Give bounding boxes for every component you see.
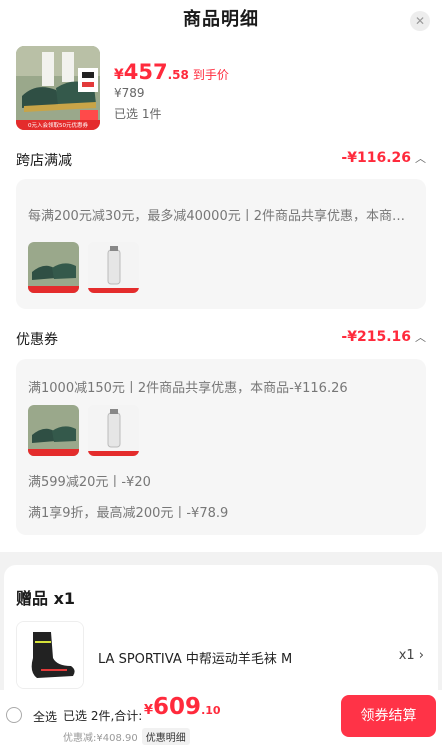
bottom-bar: 全选 已选 2件,合计: ¥609.10 优惠减:¥408.90 优惠明细 领券结…: [0, 690, 442, 747]
radio-unchecked-icon[interactable]: [6, 707, 22, 723]
coupon-rule-3: 满1享9折，最高减200元丨-¥78.9: [28, 506, 229, 521]
coupon-rule-2: 满599减20元丨-¥20: [28, 475, 151, 490]
gift-quantity[interactable]: x1 ›: [399, 648, 424, 663]
close-icon[interactable]: ✕: [410, 11, 430, 31]
gift-image: [16, 621, 84, 689]
item-thumb-bottle: [88, 405, 139, 456]
chevron-right-icon: ›: [418, 648, 424, 663]
gift-title: 赠品 x1: [16, 589, 76, 608]
coupon-rule-1: 满1000减150元丨2件商品共享优惠，本商品-¥116.26: [28, 381, 348, 396]
thumb-banner: 0元入会领取50元优惠券: [28, 121, 88, 129]
item-thumb-shoe: [28, 242, 79, 293]
discount-summary: 优惠减:¥408.90 优惠明细: [63, 728, 190, 745]
coupon-title: 优惠券: [16, 332, 58, 348]
final-price: ¥457.58 到手价: [114, 60, 229, 84]
gift-name: LA SPORTIVA 中帮运动羊毛袜 M: [98, 652, 293, 667]
coupon-amount[interactable]: -¥215.16 ︿: [341, 329, 426, 345]
product-image: 0元入会领取50元优惠券: [16, 46, 100, 130]
chevron-up-icon[interactable]: ︿: [415, 329, 426, 345]
total-price: ¥609.10: [144, 694, 221, 720]
item-thumb-bottle: [88, 242, 139, 293]
cross-store-title: 跨店满减: [16, 153, 72, 169]
item-thumb-shoe: [28, 405, 79, 456]
chevron-up-icon[interactable]: ︿: [415, 150, 426, 166]
header: 商品明细 ✕: [0, 0, 442, 44]
original-price: ¥789: [114, 86, 145, 100]
cross-store-card: 每满200元减30元，最多减40000元丨2件商品共享优惠，本商品-¥116.2…: [16, 179, 426, 309]
summary-label: 已选 2件,合计:: [63, 709, 143, 723]
discount-detail-button[interactable]: 优惠明细: [141, 728, 190, 745]
page-title: 商品明细: [183, 9, 259, 30]
checkout-button[interactable]: 领券结算: [341, 695, 436, 737]
cross-store-amount[interactable]: -¥116.26 ︿: [341, 150, 426, 166]
detail-sheet: 商品明细 ✕ 0元入会领取50元优惠券 ¥457.58 到手价 ¥789 已选 1…: [0, 0, 442, 552]
selected-count: 已选 1件: [114, 107, 162, 121]
cross-store-rule: 每满200元减30元，最多减40000元丨2件商品共享优惠，本商品-¥116.2…: [28, 209, 416, 224]
select-all-label[interactable]: 全选: [33, 708, 57, 725]
coupon-card: 满1000减150元丨2件商品共享优惠，本商品-¥116.26 满599减20元…: [16, 359, 426, 535]
